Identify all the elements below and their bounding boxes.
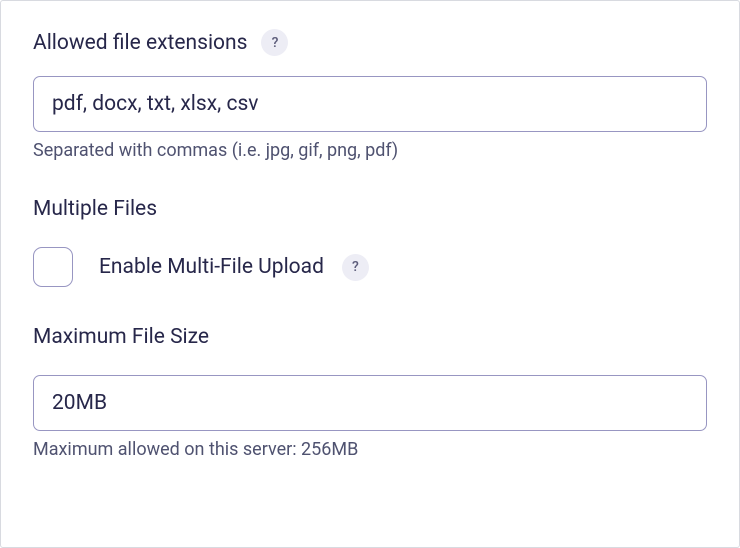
help-icon[interactable]: ? bbox=[261, 29, 288, 56]
multiple-files-group: Multiple Files Enable Multi-File Upload … bbox=[33, 197, 707, 287]
allowed-extensions-input[interactable] bbox=[33, 76, 707, 132]
multiple-files-heading: Multiple Files bbox=[33, 197, 707, 221]
multi-file-checkbox-label: Enable Multi-File Upload bbox=[99, 255, 324, 279]
max-file-size-helper: Maximum allowed on this server: 256MB bbox=[33, 439, 707, 460]
settings-panel: Allowed file extensions ? Separated with… bbox=[0, 0, 740, 548]
help-icon[interactable]: ? bbox=[342, 254, 369, 281]
max-file-size-input[interactable] bbox=[33, 375, 707, 431]
allowed-extensions-group: Allowed file extensions ? Separated with… bbox=[33, 29, 707, 161]
max-file-size-group: Maximum File Size Maximum allowed on thi… bbox=[33, 325, 707, 460]
max-file-size-heading: Maximum File Size bbox=[33, 325, 707, 349]
allowed-extensions-label-row: Allowed file extensions ? bbox=[33, 29, 707, 56]
allowed-extensions-helper: Separated with commas (i.e. jpg, gif, pn… bbox=[33, 140, 707, 161]
multi-file-checkbox[interactable] bbox=[33, 247, 73, 287]
multi-file-checkbox-row: Enable Multi-File Upload ? bbox=[33, 247, 707, 287]
allowed-extensions-label: Allowed file extensions bbox=[33, 31, 247, 55]
multi-file-checkbox-label-row: Enable Multi-File Upload ? bbox=[99, 254, 369, 281]
